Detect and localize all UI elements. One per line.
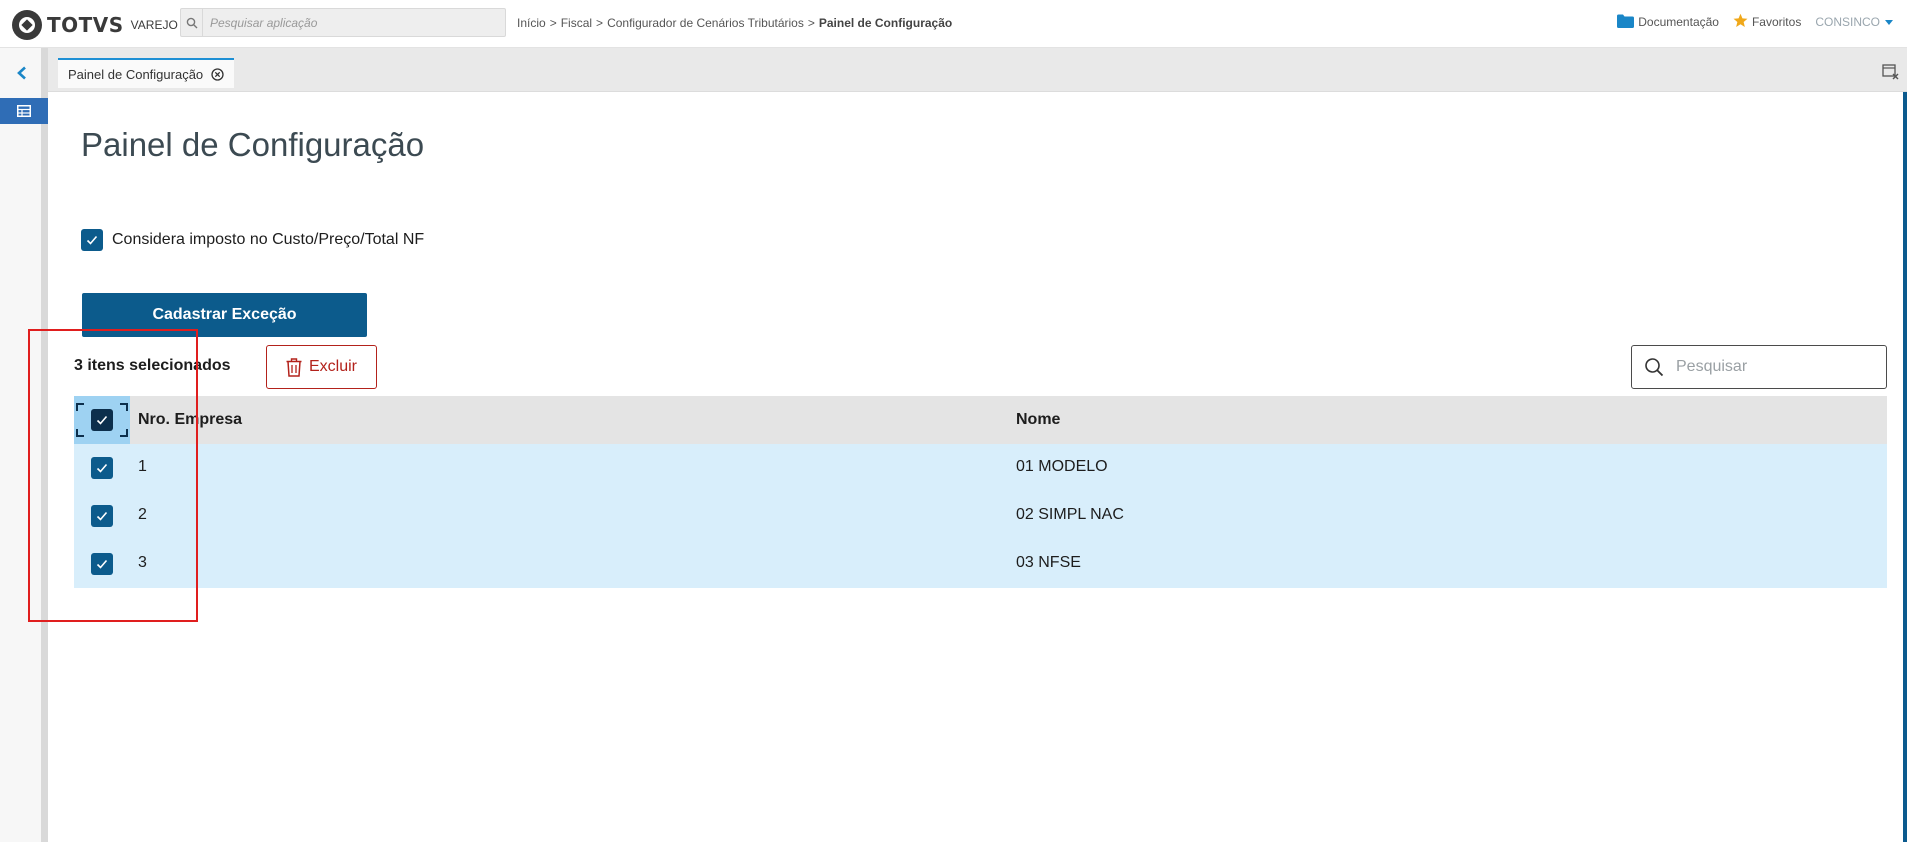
table-header: Nro. Empresa Nome — [74, 396, 1887, 444]
breadcrumb-item-fiscal[interactable]: Fiscal — [561, 16, 592, 30]
tab-strip: Painel de Configuração — [48, 48, 1907, 92]
documentation-label: Documentação — [1638, 15, 1719, 29]
breadcrumb-item-inicio[interactable]: Início — [517, 16, 546, 30]
window-close-icon — [1882, 64, 1899, 80]
annotation-highlight-box — [28, 329, 198, 622]
search-icon[interactable] — [181, 9, 203, 36]
right-edge-bar — [1903, 92, 1907, 842]
grid-search — [1631, 345, 1887, 389]
favorites-label: Favoritos — [1751, 15, 1802, 29]
page-title: Painel de Configuração — [81, 126, 425, 163]
tab-painel-configuracao[interactable]: Painel de Configuração — [58, 58, 235, 88]
grid-search-input[interactable] — [1676, 347, 1876, 387]
favorites-link[interactable]: Favoritos — [1733, 13, 1801, 31]
caret-down-icon — [1885, 19, 1893, 25]
top-bar: TOTVS VAREJO Início>Fiscal>Configurador … — [0, 0, 1907, 48]
close-all-tabs-button[interactable] — [1881, 62, 1901, 82]
star-icon — [1733, 13, 1748, 31]
brand-sub: VAREJO — [130, 18, 178, 32]
breadcrumb-separator: > — [807, 16, 815, 30]
table-row[interactable]: 1 01 MODELO — [74, 444, 1887, 492]
brand-name: TOTVS — [47, 13, 124, 37]
search-icon[interactable] — [1632, 346, 1676, 388]
app-search — [180, 8, 506, 37]
tax-cost-option-label: Considera imposto no Custo/Preço/Total N… — [112, 231, 425, 248]
breadcrumb-current: Painel de Configuração — [818, 16, 953, 30]
collapse-menu-button[interactable] — [11, 62, 33, 84]
excluir-button[interactable]: Excluir — [266, 345, 377, 389]
folder-icon — [1617, 14, 1635, 31]
top-right-menu: Documentação Favoritos CONSINCO — [1603, 13, 1893, 31]
cell-nome: 03 NFSE — [1016, 554, 1081, 571]
excluir-label: Excluir — [308, 358, 357, 375]
checkbox-checked[interactable] — [81, 229, 103, 251]
tab-label: Painel de Configuração — [68, 66, 204, 82]
table-row[interactable]: 2 02 SIMPL NAC — [74, 492, 1887, 540]
app-root: TOTVS VAREJO Início>Fiscal>Configurador … — [0, 0, 1907, 842]
breadcrumb-separator: > — [549, 16, 557, 30]
cell-nome: 02 SIMPL NAC — [1016, 506, 1124, 523]
user-name: CONSINCO — [1815, 15, 1880, 29]
empresas-table: Nro. Empresa Nome 1 01 MODELO 2 02 SIMPL… — [74, 396, 1887, 588]
app-search-input[interactable] — [203, 9, 503, 36]
rail-item-panel[interactable] — [0, 98, 48, 124]
cell-nome: 01 MODELO — [1016, 458, 1108, 475]
column-header-nome[interactable]: Nome — [1016, 411, 1060, 429]
breadcrumb-separator: > — [596, 16, 604, 30]
tax-cost-option[interactable]: Considera imposto no Custo/Preço/Total N… — [81, 229, 424, 251]
table-row[interactable]: 3 03 NFSE — [74, 540, 1887, 588]
breadcrumb-item-configurador[interactable]: Configurador de Cenários Tributários — [607, 16, 804, 30]
check-icon — [86, 235, 98, 245]
table-icon — [17, 105, 31, 117]
totvs-logo[interactable]: TOTVS VAREJO — [12, 10, 178, 40]
user-menu[interactable]: CONSINCO — [1815, 15, 1893, 29]
trash-icon — [286, 357, 302, 377]
chevron-left-icon — [17, 66, 26, 80]
breadcrumb: Início > Fiscal > Configurador de Cenários T… — [517, 16, 952, 30]
close-tab-icon[interactable] — [211, 67, 224, 81]
documentation-link[interactable]: Documentação — [1617, 14, 1719, 31]
totvs-logo-icon — [12, 10, 42, 40]
